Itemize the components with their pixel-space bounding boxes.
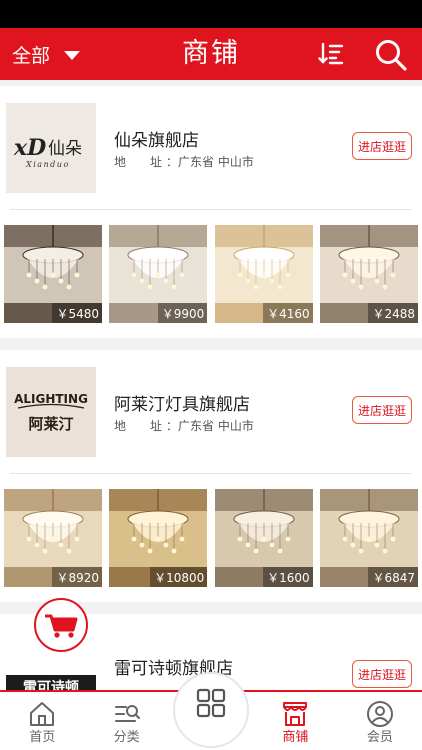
- shop-header: ALIGHTING 阿莱汀 阿莱汀灯具旗舰店 地 址 ：广东省 中山市 进店逛逛: [6, 350, 412, 474]
- category-icon: [114, 705, 140, 722]
- shop-name[interactable]: 仙朵旗舰店: [114, 126, 199, 151]
- shop-address: 地 址 ：广东省 中山市: [114, 153, 254, 170]
- product-thumb[interactable]: ￥10800: [109, 489, 208, 587]
- product-thumb[interactable]: ￥8920: [4, 489, 102, 587]
- top-nav-bar: 全部 商铺: [0, 28, 422, 80]
- shop-icon: [283, 702, 308, 726]
- product-row: ￥5480 ￥9900 ￥4160 ￥2488: [0, 210, 422, 338]
- tab-discover[interactable]: 发现: [169, 692, 253, 750]
- logo-cn-text: 仙朵: [48, 139, 82, 159]
- tab-label: 商铺: [282, 730, 309, 745]
- logo-cn-text: 雷可诗顿: [23, 679, 79, 690]
- product-thumb[interactable]: ￥4160: [214, 225, 313, 323]
- address-value: ：广东省 中山市: [166, 419, 254, 433]
- product-thumb[interactable]: ￥6847: [319, 489, 418, 587]
- cart-icon: [45, 614, 78, 638]
- product-thumb[interactable]: ￥5480: [4, 225, 102, 323]
- address-label-2: 址: [149, 155, 162, 169]
- product-price: ￥6847: [368, 567, 418, 587]
- visit-shop-button[interactable]: 进店逛逛: [352, 132, 412, 160]
- address-label-1: 地: [114, 155, 127, 169]
- shop-card: ALIGHTING 阿莱汀 阿莱汀灯具旗舰店 地址 ：广东省 中山市 进店逛逛 …: [0, 350, 422, 602]
- tab-category[interactable]: 分类: [84, 692, 168, 750]
- address-label-1: 地: [114, 419, 127, 433]
- shop-card: xD 仙朵 Xianduo 仙朵旗舰店 地 址 ：广东省 中山市 进店逛逛 ￥54…: [0, 86, 422, 338]
- visit-shop-button[interactable]: 进店逛逛: [352, 396, 412, 424]
- tab-label: 发现: [198, 730, 225, 745]
- shop-name[interactable]: 雷可诗顿旗舰店: [114, 654, 233, 679]
- search-icon[interactable]: [374, 38, 408, 72]
- product-price: ￥1600: [263, 567, 313, 587]
- product-price: ￥8920: [52, 567, 102, 587]
- tab-shop[interactable]: 商铺: [253, 692, 337, 750]
- visit-shop-button[interactable]: 进店逛逛: [352, 660, 412, 688]
- product-thumb[interactable]: ￥2488: [319, 225, 418, 323]
- shop-logo[interactable]: xD 仙朵 Xianduo: [6, 103, 96, 193]
- tab-label: 分类: [113, 730, 140, 745]
- logo-letters: xD: [13, 135, 46, 161]
- filter-label: 全部: [12, 44, 51, 67]
- xianduo-logo-icon: xD 仙朵 Xianduo: [6, 103, 96, 193]
- home-icon: [30, 702, 55, 726]
- bottom-tab-bar: 首页 分类 发现 商铺 会员: [0, 690, 422, 750]
- caret-down-icon: [64, 50, 81, 60]
- product-thumb[interactable]: ￥1600: [214, 489, 313, 587]
- member-icon: [366, 701, 393, 727]
- shop-name[interactable]: 阿莱汀灯具旗舰店: [114, 390, 250, 415]
- tab-label: 会员: [366, 730, 393, 745]
- product-price: ￥5480: [52, 303, 102, 323]
- shop-address: 地 址 ：广东省 中山市: [114, 417, 254, 434]
- product-price: ￥9900: [157, 303, 208, 323]
- tab-home[interactable]: 首页: [0, 692, 84, 750]
- product-price: ￥2488: [368, 303, 418, 323]
- tab-label: 首页: [29, 730, 56, 745]
- product-price: ￥10800: [150, 567, 208, 587]
- logo-cn-text: 阿莱汀: [28, 415, 73, 433]
- alighting-logo-icon: ALIGHTING 阿莱汀: [6, 367, 96, 457]
- product-thumb[interactable]: ￥9900: [109, 225, 208, 323]
- shop-header: xD 仙朵 Xianduo 仙朵旗舰店 地 址 ：广东省 中山市 进店逛逛: [6, 86, 412, 210]
- tab-member[interactable]: 会员: [338, 692, 422, 750]
- address-value: ：广东省 中山市: [166, 155, 254, 169]
- address-label-2: 址: [149, 419, 162, 433]
- sort-icon[interactable]: [318, 40, 346, 68]
- product-price: ￥4160: [263, 303, 313, 323]
- product-row: ￥8920 ￥10800 ￥1600 ￥6847: [0, 474, 422, 602]
- status-bar: [0, 0, 422, 28]
- logo-en-text: Xianduo: [25, 160, 70, 169]
- cart-button[interactable]: [34, 598, 88, 652]
- shop-logo[interactable]: ALIGHTING 阿莱汀: [6, 367, 96, 457]
- filter-dropdown[interactable]: 全部: [12, 28, 81, 80]
